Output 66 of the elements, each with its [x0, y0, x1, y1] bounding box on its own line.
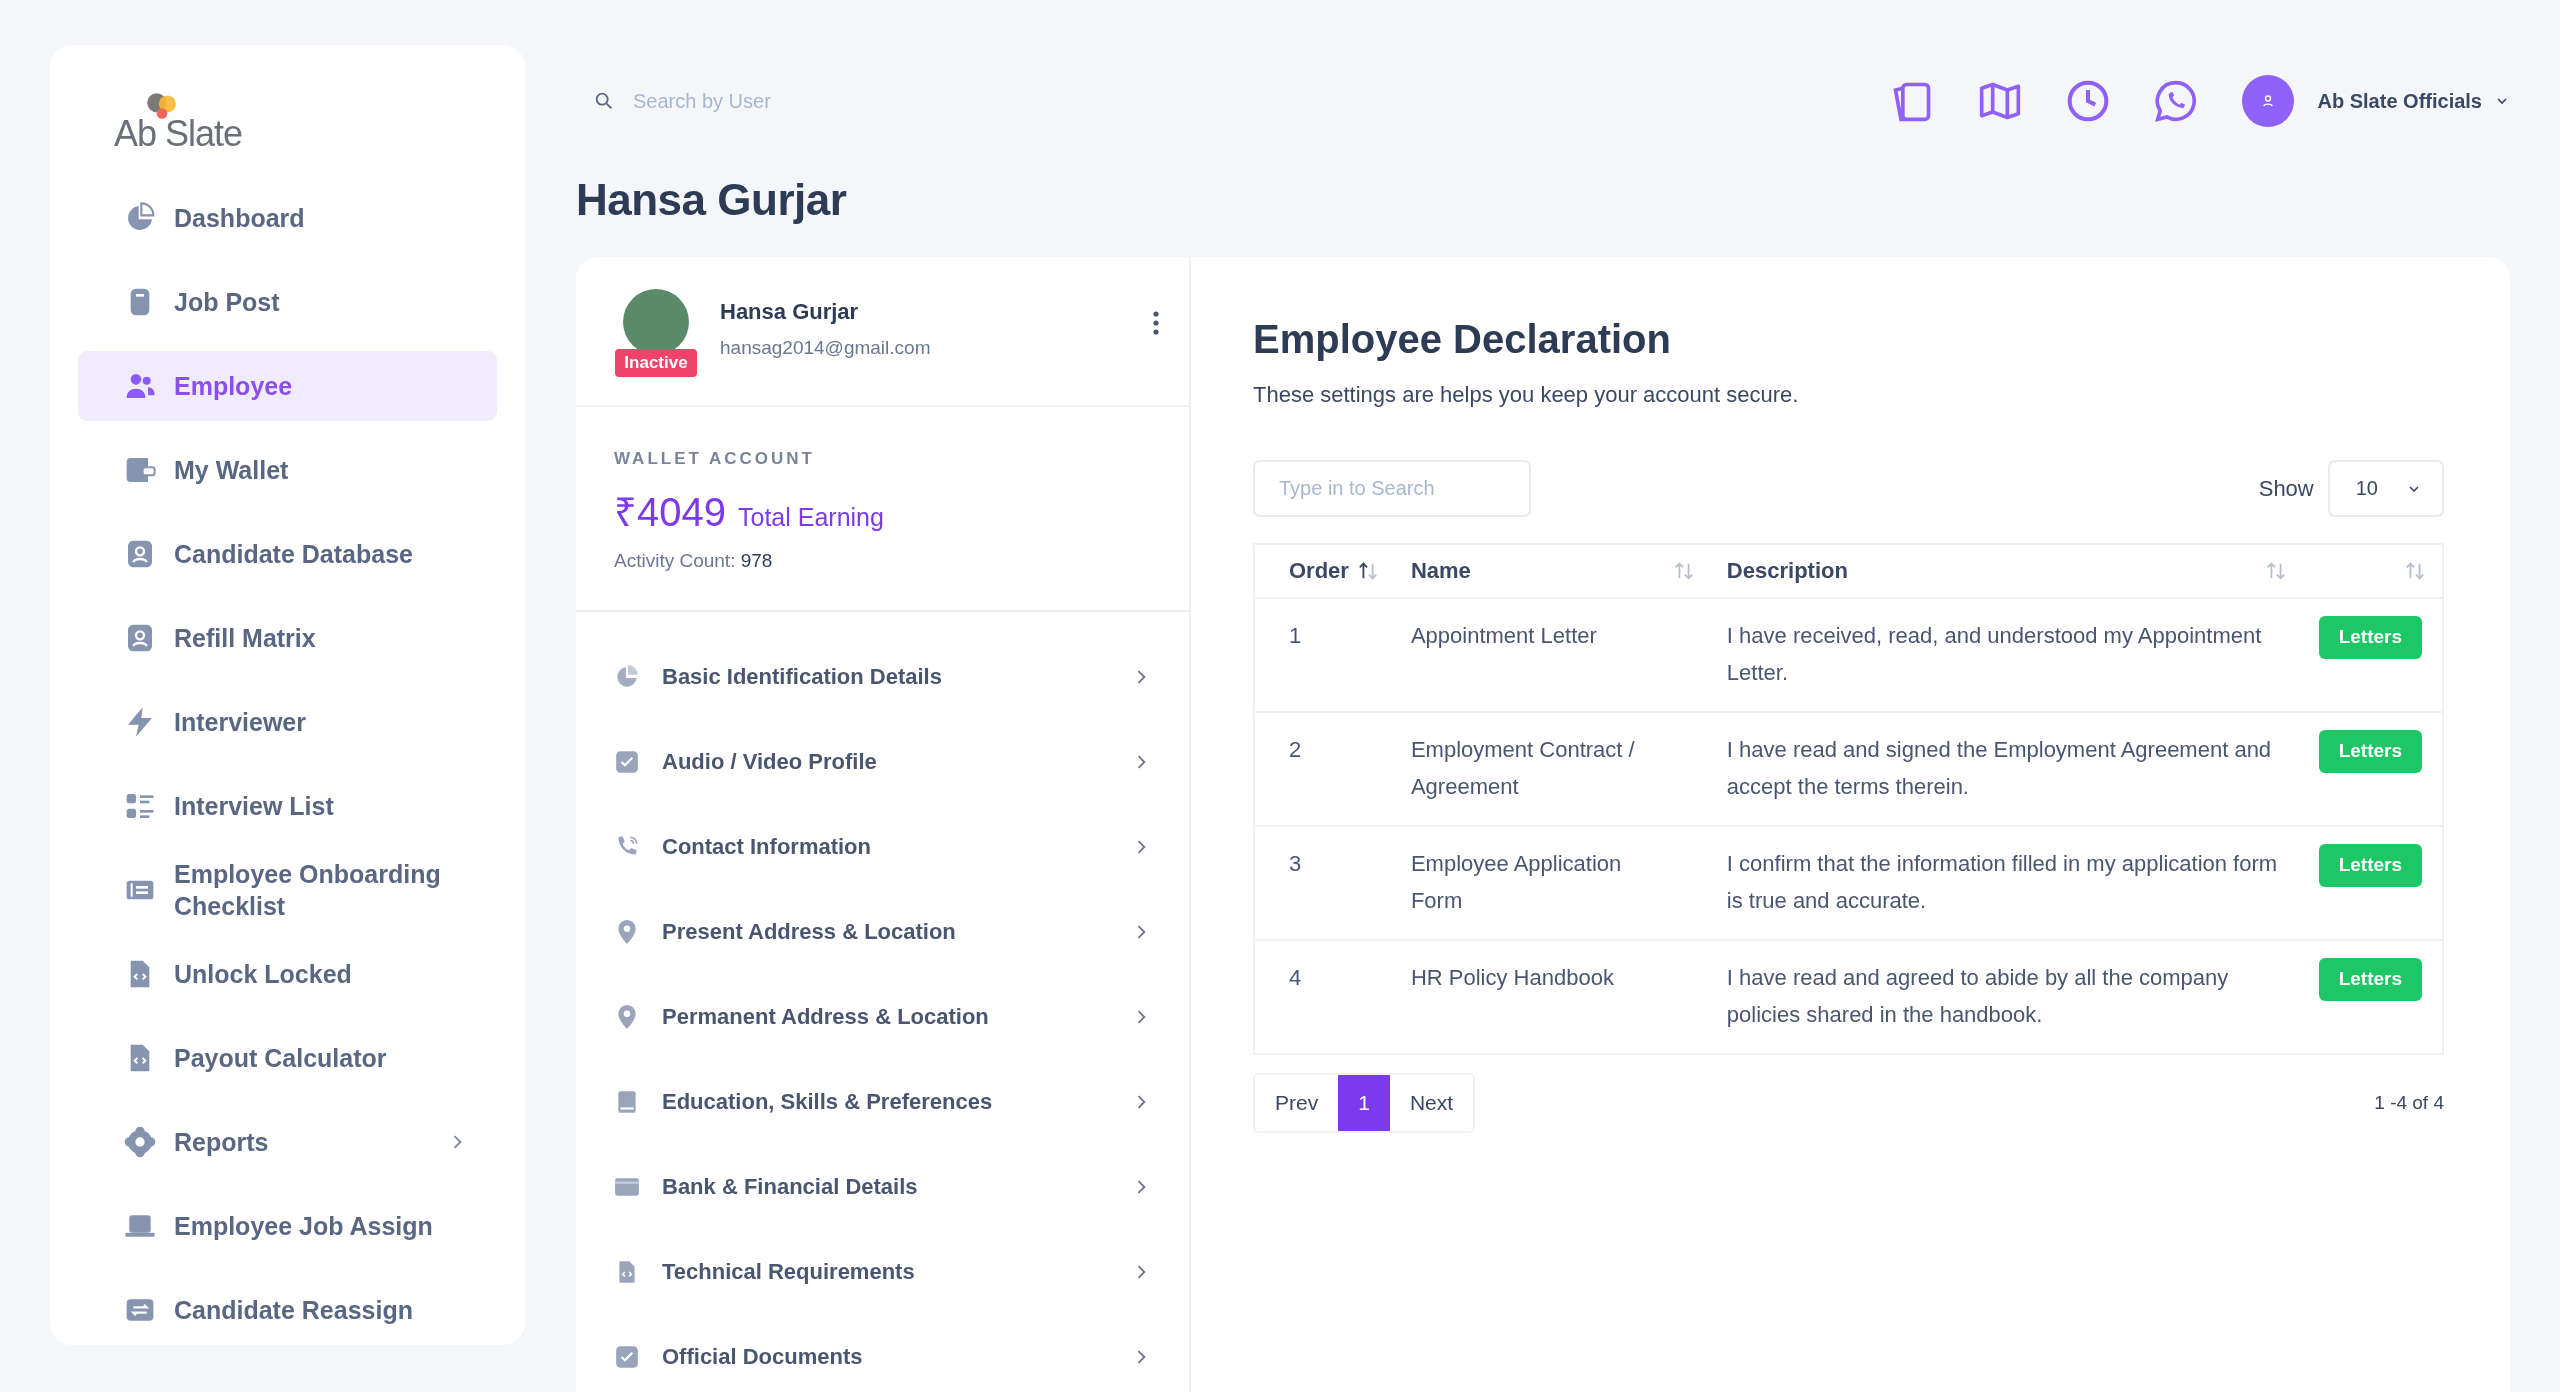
earning-label: Total Earning: [738, 503, 884, 532]
profile-section-item[interactable]: Present Address & Location: [576, 889, 1189, 974]
sidebar-item[interactable]: Interview List: [78, 771, 497, 841]
column-header: Name: [1410, 558, 1471, 584]
profile-name: Hansa Gurjar: [720, 299, 860, 325]
column-header: Description: [1726, 558, 1848, 584]
clock-icon[interactable]: [2065, 79, 2110, 123]
sidebar-item[interactable]: Unlock Locked: [78, 939, 497, 1009]
sidebar-item[interactable]: Interviewer: [78, 687, 497, 757]
profile-email: hansag2014@gmail.com: [720, 337, 932, 359]
table-cell: Employee Application Form: [1394, 826, 1711, 940]
avatar[interactable]: [2241, 75, 2294, 127]
table-cell: 4: [1254, 940, 1395, 1054]
sidebar-item[interactable]: Employee Onboarding Checklist: [78, 855, 497, 925]
profile-section-item[interactable]: Audio / Video Profile: [576, 719, 1189, 804]
checkbox-icon: [614, 1343, 640, 1370]
checkbox-icon: [614, 748, 640, 775]
table-cell: 1: [1254, 598, 1395, 712]
table-cell: HR Policy Handbook: [1394, 940, 1711, 1054]
chat-phone-icon[interactable]: [2153, 79, 2198, 123]
gear-icon: [124, 1126, 156, 1158]
pie-chart-icon: [614, 663, 640, 690]
column-header: Order: [1289, 558, 1349, 584]
table-cell: I have read and agreed to abide by all the company policies shared in the handbook.: [1710, 940, 2303, 1054]
table-search-field[interactable]: Type in to Search: [1253, 460, 1531, 517]
page-title: Hansa Gurjar: [576, 175, 848, 225]
sidebar-item[interactable]: Payout Calculator: [78, 1023, 497, 1093]
show-label: Show: [2258, 475, 2314, 502]
profile-section-item[interactable]: Contact Information: [576, 804, 1189, 889]
table-cell: I have read and signed the Employment Agreement and accept the terms therein.: [1710, 712, 2303, 826]
table-cell: 3: [1254, 826, 1395, 940]
search-field[interactable]: Search by User: [631, 88, 1035, 114]
section-subtitle: These settings are helps you keep your account secure.: [1253, 382, 1800, 408]
page-size-select[interactable]: 10: [2327, 460, 2444, 517]
sidebar-item[interactable]: Candidate Database: [78, 519, 497, 589]
sidebar-item[interactable]: Reports: [78, 1107, 497, 1177]
table-cell: I have received, read, and understood my Appointment Letter.: [1710, 598, 2303, 712]
table-cell: Appointment Letter: [1394, 598, 1711, 712]
logo: Ab Slate: [114, 89, 243, 155]
profile-section-item[interactable]: Technical Requirements: [576, 1229, 1189, 1314]
wallet-amount: ₹4049: [614, 489, 726, 536]
user-menu[interactable]: Ab Slate Officials: [2317, 89, 2510, 113]
status-badge: Inactive: [615, 349, 697, 377]
profile-section-item[interactable]: Bank & Financial Details: [576, 1144, 1189, 1229]
activity-count: Activity Count: 978: [614, 550, 774, 572]
section-title: Employee Declaration: [1253, 317, 1672, 362]
sort-arrows-icon[interactable]: [1356, 560, 1379, 582]
sidebar-item[interactable]: Employee: [78, 351, 497, 421]
sidebar-item[interactable]: My Wallet: [78, 435, 497, 505]
table-cell: I confirm that the information filled in my application form is true and accurate.: [1710, 826, 2303, 940]
sidebar-item[interactable]: Refill Matrix: [78, 603, 497, 673]
wallet-heading: WALLET ACCOUNT: [614, 449, 816, 469]
table-cell: Employment Contract / Agreement: [1394, 712, 1711, 826]
sidebar-item[interactable]: Dashboard: [78, 183, 497, 253]
table-cell: 2: [1254, 712, 1395, 826]
profile-section-item[interactable]: Education, Skills & Preferences: [576, 1059, 1189, 1144]
more-options-icon[interactable]: [1153, 311, 1159, 335]
sidebar-item[interactable]: Employee Job Assign: [78, 1191, 497, 1261]
profile-section-item[interactable]: Official Documents: [576, 1314, 1189, 1392]
profile-section-item[interactable]: Basic Identification Details: [576, 634, 1189, 719]
page-button[interactable]: 1: [1338, 1075, 1390, 1131]
pagination-summary: 1 -4 of 4: [2374, 1092, 2444, 1114]
sidebar-item[interactable]: Candidate Reassign: [78, 1275, 497, 1345]
sidebar-item[interactable]: Job Post: [78, 267, 497, 337]
profile-section-item[interactable]: Permanent Address & Location: [576, 974, 1189, 1059]
search-icon: [593, 90, 615, 112]
